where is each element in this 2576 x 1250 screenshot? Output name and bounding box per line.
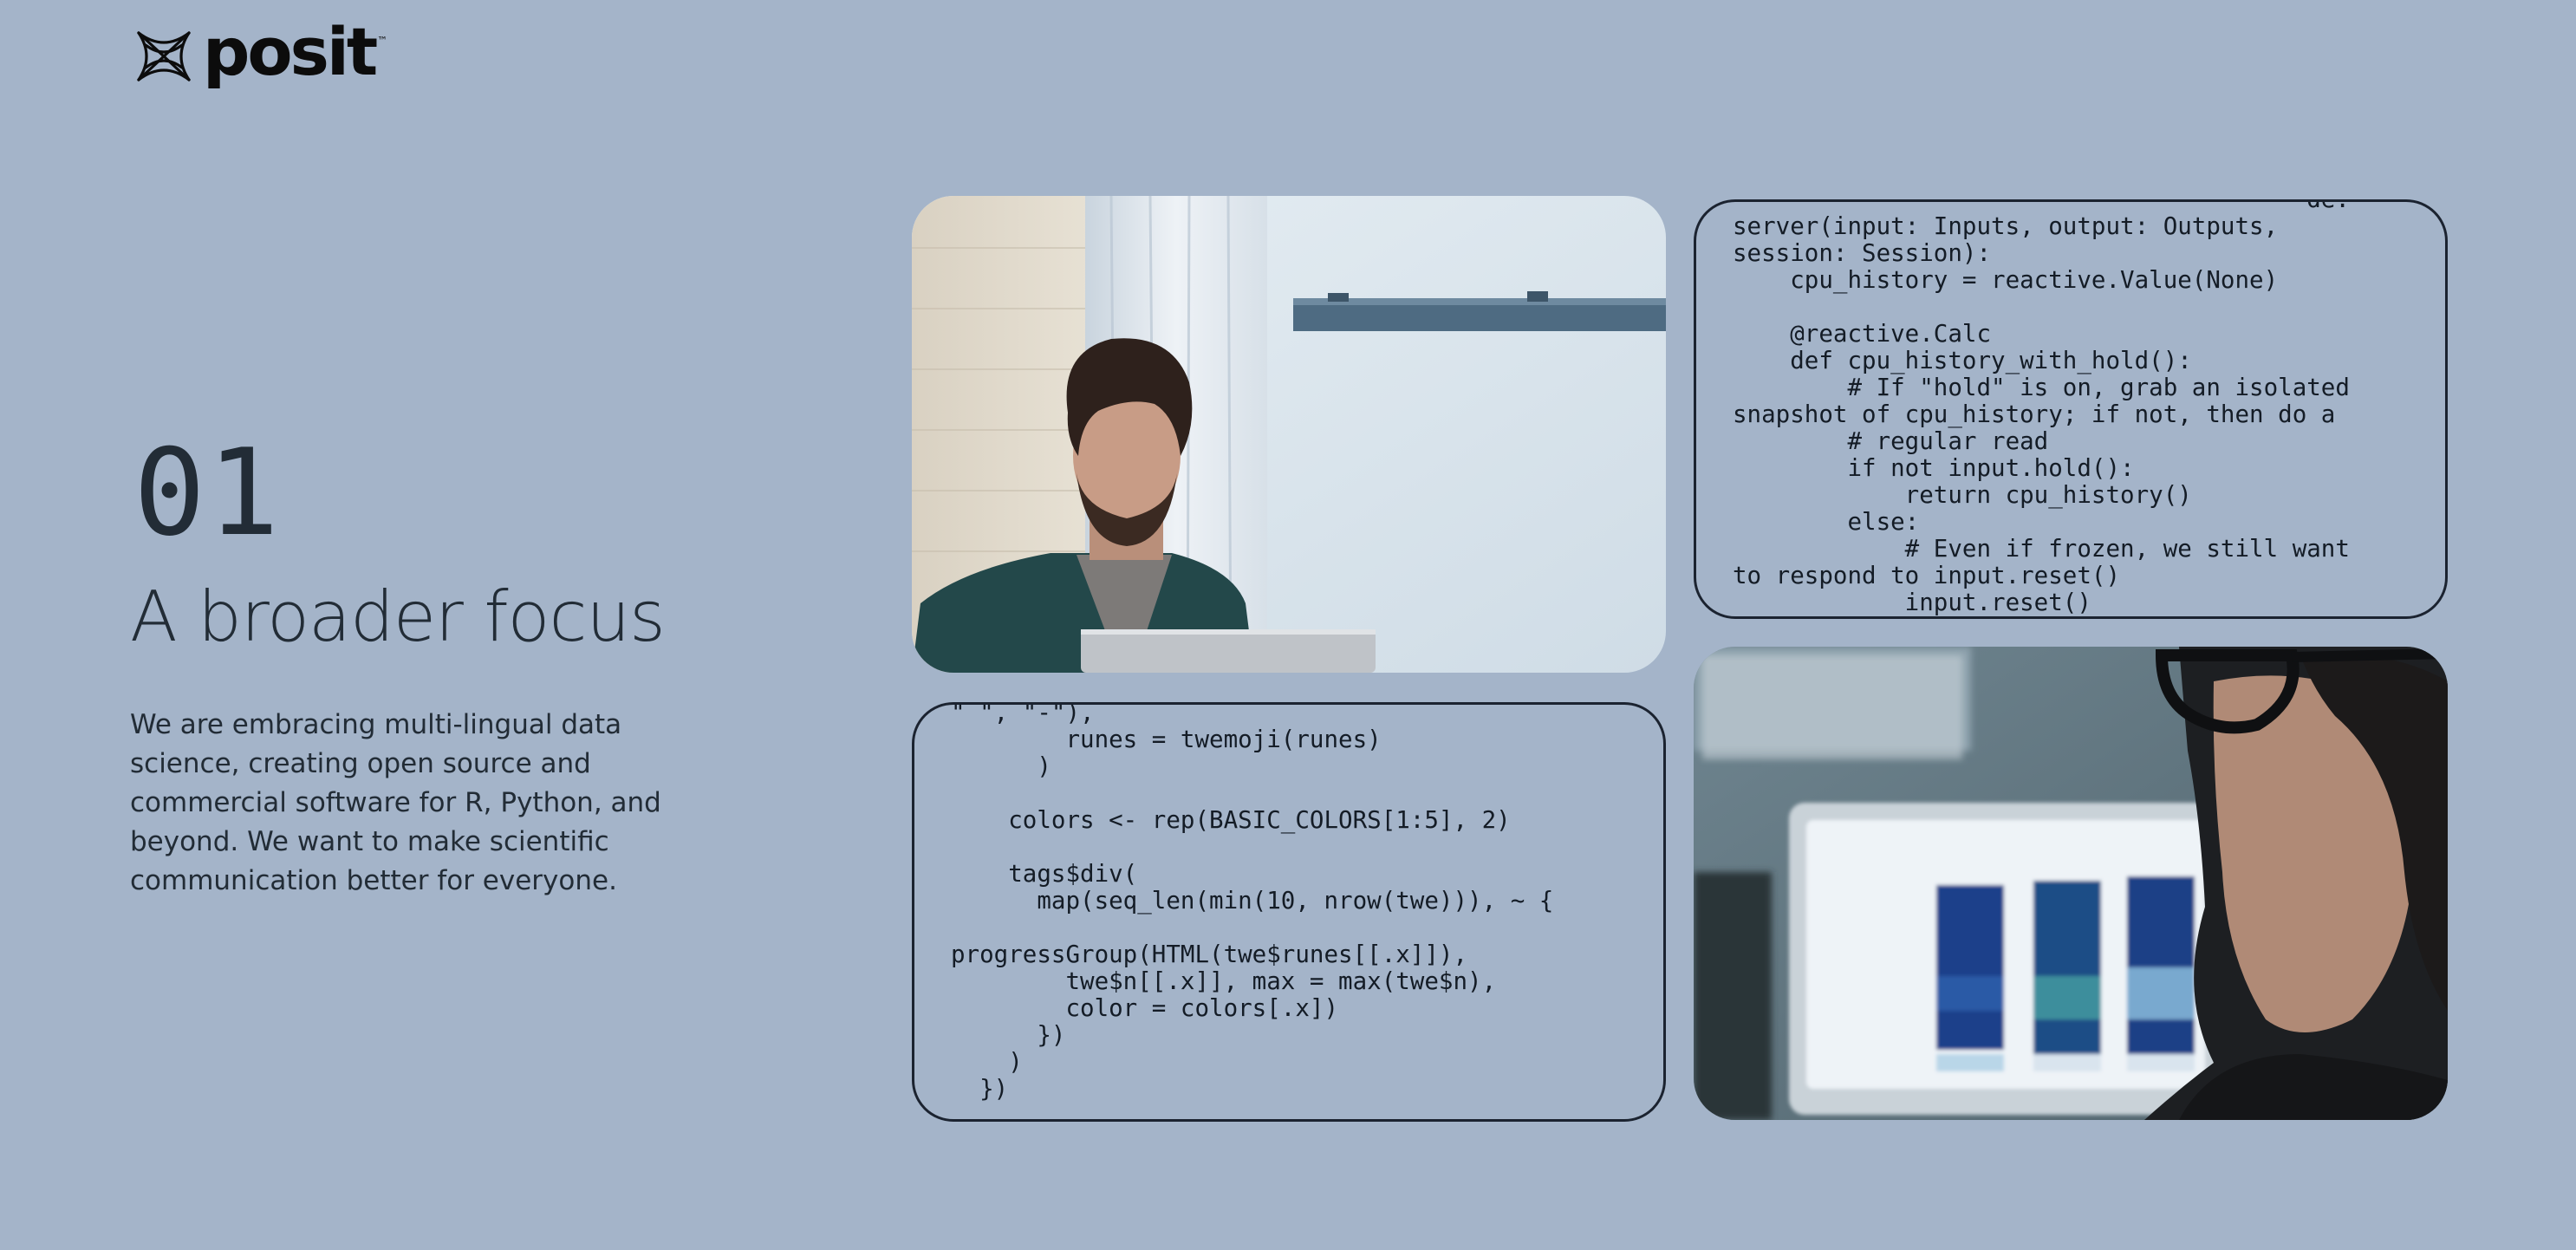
python-code-line: session: Session): — [1733, 239, 1992, 267]
r-code-line: }) — [951, 1075, 1009, 1103]
photo-tile-man-laptop — [912, 196, 1666, 673]
python-code-line: # If "hold" is on, grab an isolated — [1847, 374, 2350, 401]
python-code-line: if not input.hold(): — [1847, 454, 2135, 482]
r-code-line: color = colors[.x]) — [1065, 994, 1339, 1022]
python-code-line: def cpu_history_with_hold(): — [1790, 347, 2192, 374]
r-code-line: " ", "-"), — [951, 702, 1095, 726]
python-code-line: server(input: Inputs, output: Outputs, — [1733, 212, 2279, 240]
code-tile-python: de: server(input: Inputs, output: Output… — [1694, 199, 2448, 619]
python-code-line: input.reset() — [1733, 589, 2091, 616]
python-code-line: return cpu_history() — [1904, 481, 2192, 509]
photo-man-at-laptop — [912, 196, 1666, 673]
python-code-line: snapshot of cpu_history; if not, then do… — [1733, 400, 2336, 428]
brand-name: posit — [203, 13, 378, 90]
python-code-snippet: de: server(input: Inputs, output: Output… — [1733, 199, 2350, 616]
photo-tile-woman-chart — [1694, 647, 2448, 1120]
r-code-line: tags$div( — [1008, 860, 1138, 888]
photo-woman-viewing-chart — [1694, 647, 2448, 1120]
r-code-line: map(seq_len(min(10, nrow(twe))), ~ { — [1037, 887, 1554, 915]
r-code-line: ) — [1008, 1048, 1023, 1076]
r-code-line: progressGroup(HTML(twe$runes[[.x]]), — [951, 941, 1468, 968]
python-code-line: # Even if frozen, we still want — [1904, 535, 2350, 563]
posit-knot-icon — [137, 31, 191, 81]
python-code-line: # regular read — [1847, 427, 2049, 455]
python-code-line: to respond to input.reset() — [1733, 562, 2121, 589]
section-number: 01 — [133, 423, 282, 563]
r-code-snippet: " ", "-"), runes = twemoji(runes) ) colo… — [951, 702, 1554, 1103]
r-code-line: }) — [1037, 1021, 1066, 1049]
python-code-line: cpu_history = reactive.Value(None) — [1790, 266, 2279, 294]
r-code-line: twe$n[[.x]], max = max(twe$n), — [1065, 967, 1497, 995]
r-code-line: runes = twemoji(runes) — [1065, 726, 1382, 753]
trademark: ™ — [377, 35, 388, 47]
python-code-line: else: — [1847, 508, 1920, 536]
r-code-line: colors <- rep(BASIC_COLORS[1:5], 2) — [1008, 806, 1511, 834]
posit-logo[interactable]: posit ™ — [135, 19, 388, 85]
python-code-line: de: — [2306, 199, 2350, 213]
r-code-line: ) — [1037, 752, 1051, 780]
section-body: We are embracing multi-lingual data scie… — [130, 709, 661, 896]
python-code-line: @reactive.Calc — [1790, 320, 1992, 348]
section-title: A broader focus — [130, 576, 666, 657]
code-tile-r: " ", "-"), runes = twemoji(runes) ) colo… — [912, 702, 1666, 1122]
